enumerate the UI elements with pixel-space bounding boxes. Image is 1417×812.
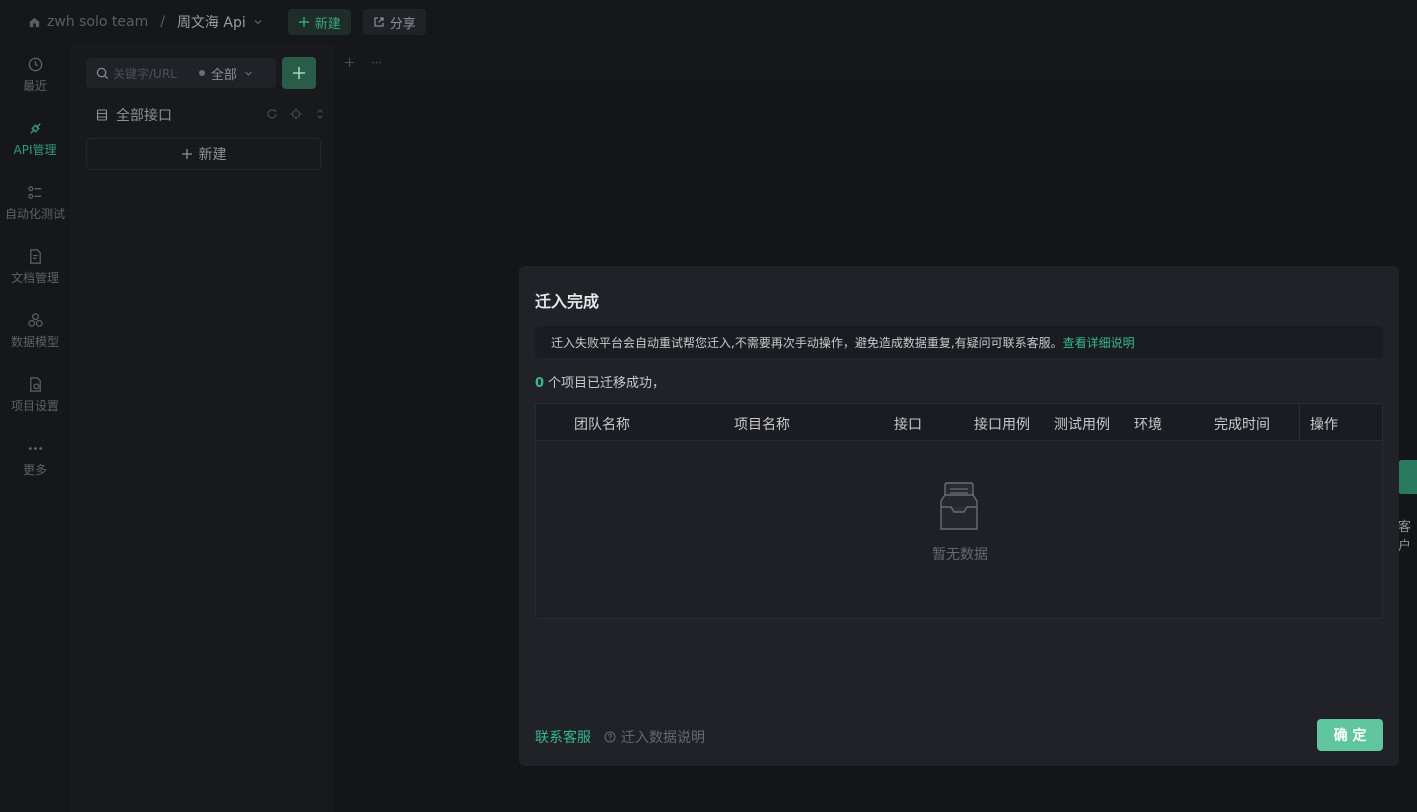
migration-data-help-label: 迁入数据说明 <box>621 730 705 746</box>
nav-item-project-settings[interactable]: 项目设置 <box>0 376 70 426</box>
nav-label: 数据模型 <box>10 335 59 349</box>
view-details-link[interactable]: 查看详细说明 <box>1063 334 1135 351</box>
expand-collapse-icon[interactable] <box>314 108 326 120</box>
search-placeholder: 关键字/URL <box>113 66 177 81</box>
empty-state-text: 暂无数据 <box>932 547 988 563</box>
share-button[interactable]: 分享 <box>362 9 426 35</box>
success-summary: 0 个项目已迁移成功， <box>535 372 665 391</box>
column-header: 团队名称 <box>574 417 630 433</box>
new-api-label: 新建 <box>198 147 227 163</box>
confirm-button[interactable]: 确 定 <box>1317 719 1383 751</box>
empty-inbox-icon <box>935 481 983 533</box>
notice-banner: 迁入失败平台会自动重试帮您迁入,不需要再次手动操作，避免造成数据重复,有疑问可联… <box>535 326 1383 358</box>
nav-item-api-management[interactable]: API管理 <box>0 120 70 170</box>
fixed-column-divider <box>1299 404 1300 441</box>
automation-icon <box>27 184 44 205</box>
clock-icon <box>27 56 44 77</box>
team-name[interactable]: zwh solo team <box>47 14 148 30</box>
breadcrumb: zwh solo team / 周文海 Api <box>28 12 264 32</box>
new-button[interactable]: 新建 <box>287 9 351 35</box>
nav-item-more[interactable]: 更多 <box>0 440 70 490</box>
success-count: 0 <box>535 376 545 391</box>
nav-label: 最近 <box>22 79 47 93</box>
contact-support-link[interactable]: 联系客服 <box>535 727 591 747</box>
document-icon <box>27 248 44 269</box>
empty-state: 暂无数据 <box>536 441 1382 618</box>
search-icon <box>96 67 109 80</box>
nav-item-recent[interactable]: 最近 <box>0 56 70 106</box>
api-panel: 关键字/URL 全部 全部接口 新建 <box>70 44 334 812</box>
nav-label: 更多 <box>22 463 47 477</box>
data-model-icon <box>27 312 44 333</box>
column-header: 接口用例 <box>974 417 1030 433</box>
share-icon <box>373 16 385 28</box>
new-api-button[interactable]: 新建 <box>86 138 321 170</box>
column-header: 环境 <box>1134 417 1162 433</box>
chevron-down-icon <box>243 68 254 79</box>
filter-dot <box>198 70 205 76</box>
nav-label: 文档管理 <box>10 271 59 285</box>
locate-icon[interactable] <box>290 108 302 120</box>
settings-icon <box>27 376 44 397</box>
column-header: 接口 <box>894 417 922 433</box>
search-input[interactable]: 关键字/URL 全部 <box>86 58 276 88</box>
refresh-icon[interactable] <box>266 108 278 120</box>
nav-label: 项目设置 <box>10 399 59 413</box>
new-button-label: 新建 <box>314 16 341 32</box>
nav-label: 自动化测试 <box>4 207 65 221</box>
nav-item-data-model[interactable]: 数据模型 <box>0 312 70 362</box>
left-nav: 最近 API管理 自动化测试 文档管理 数据模型 项目设置 更多 <box>0 44 70 812</box>
question-circle-icon <box>604 731 616 743</box>
nav-label: API管理 <box>13 143 57 157</box>
customer-service-float-label: 客户 <box>1398 520 1412 554</box>
migration-complete-dialog: 迁入完成 迁入失败平台会自动重试帮您迁入,不需要再次手动操作，避免造成数据重复,… <box>519 266 1399 766</box>
nav-item-document-management[interactable]: 文档管理 <box>0 248 70 298</box>
table-header: 团队名称 项目名称 接口 接口用例 测试用例 环境 完成时间 操作 <box>536 404 1382 441</box>
more-tabs-icon[interactable] <box>371 57 382 68</box>
method-filter-select[interactable]: 全部 <box>198 64 254 83</box>
breadcrumb-separator: / <box>160 14 165 30</box>
api-icon <box>27 120 44 141</box>
plus-icon <box>292 66 306 80</box>
plus-icon <box>181 148 193 160</box>
notice-text: 迁入失败平台会自动重试帮您迁入,不需要再次手动操作，避免造成数据重复,有疑问可联… <box>551 335 1063 350</box>
migration-data-help-link[interactable]: 迁入数据说明 <box>604 727 705 747</box>
column-header: 操作 <box>1310 417 1338 433</box>
tree-root-label: 全部接口 <box>116 108 172 124</box>
filter-value: 全部 <box>210 67 237 83</box>
chevron-down-icon[interactable] <box>252 16 264 28</box>
nav-item-automation-test[interactable]: 自动化测试 <box>0 184 70 234</box>
tree-root-all-apis[interactable]: 全部接口 <box>96 104 326 126</box>
customer-service-float-button[interactable] <box>1398 460 1417 494</box>
column-header: 项目名称 <box>734 417 790 433</box>
success-text: 个项目已迁移成功， <box>548 376 666 391</box>
tree-tools <box>266 108 326 120</box>
add-tab-icon[interactable] <box>344 57 355 68</box>
share-button-label: 分享 <box>389 16 416 32</box>
database-icon <box>96 109 108 121</box>
tab-strip <box>334 44 1417 80</box>
more-icon <box>27 440 44 461</box>
project-name[interactable]: 周文海 Api <box>177 12 246 32</box>
migration-table: 团队名称 项目名称 接口 接口用例 测试用例 环境 完成时间 操作 暂无数据 <box>535 403 1383 619</box>
column-header: 完成时间 <box>1214 417 1270 433</box>
team-home-icon[interactable] <box>28 16 41 29</box>
add-api-button[interactable] <box>282 57 316 89</box>
plus-icon <box>298 16 310 28</box>
column-header: 测试用例 <box>1054 417 1110 433</box>
top-bar: zwh solo team / 周文海 Api 新建 分享 <box>0 0 1417 44</box>
dialog-title: 迁入完成 <box>535 292 600 311</box>
